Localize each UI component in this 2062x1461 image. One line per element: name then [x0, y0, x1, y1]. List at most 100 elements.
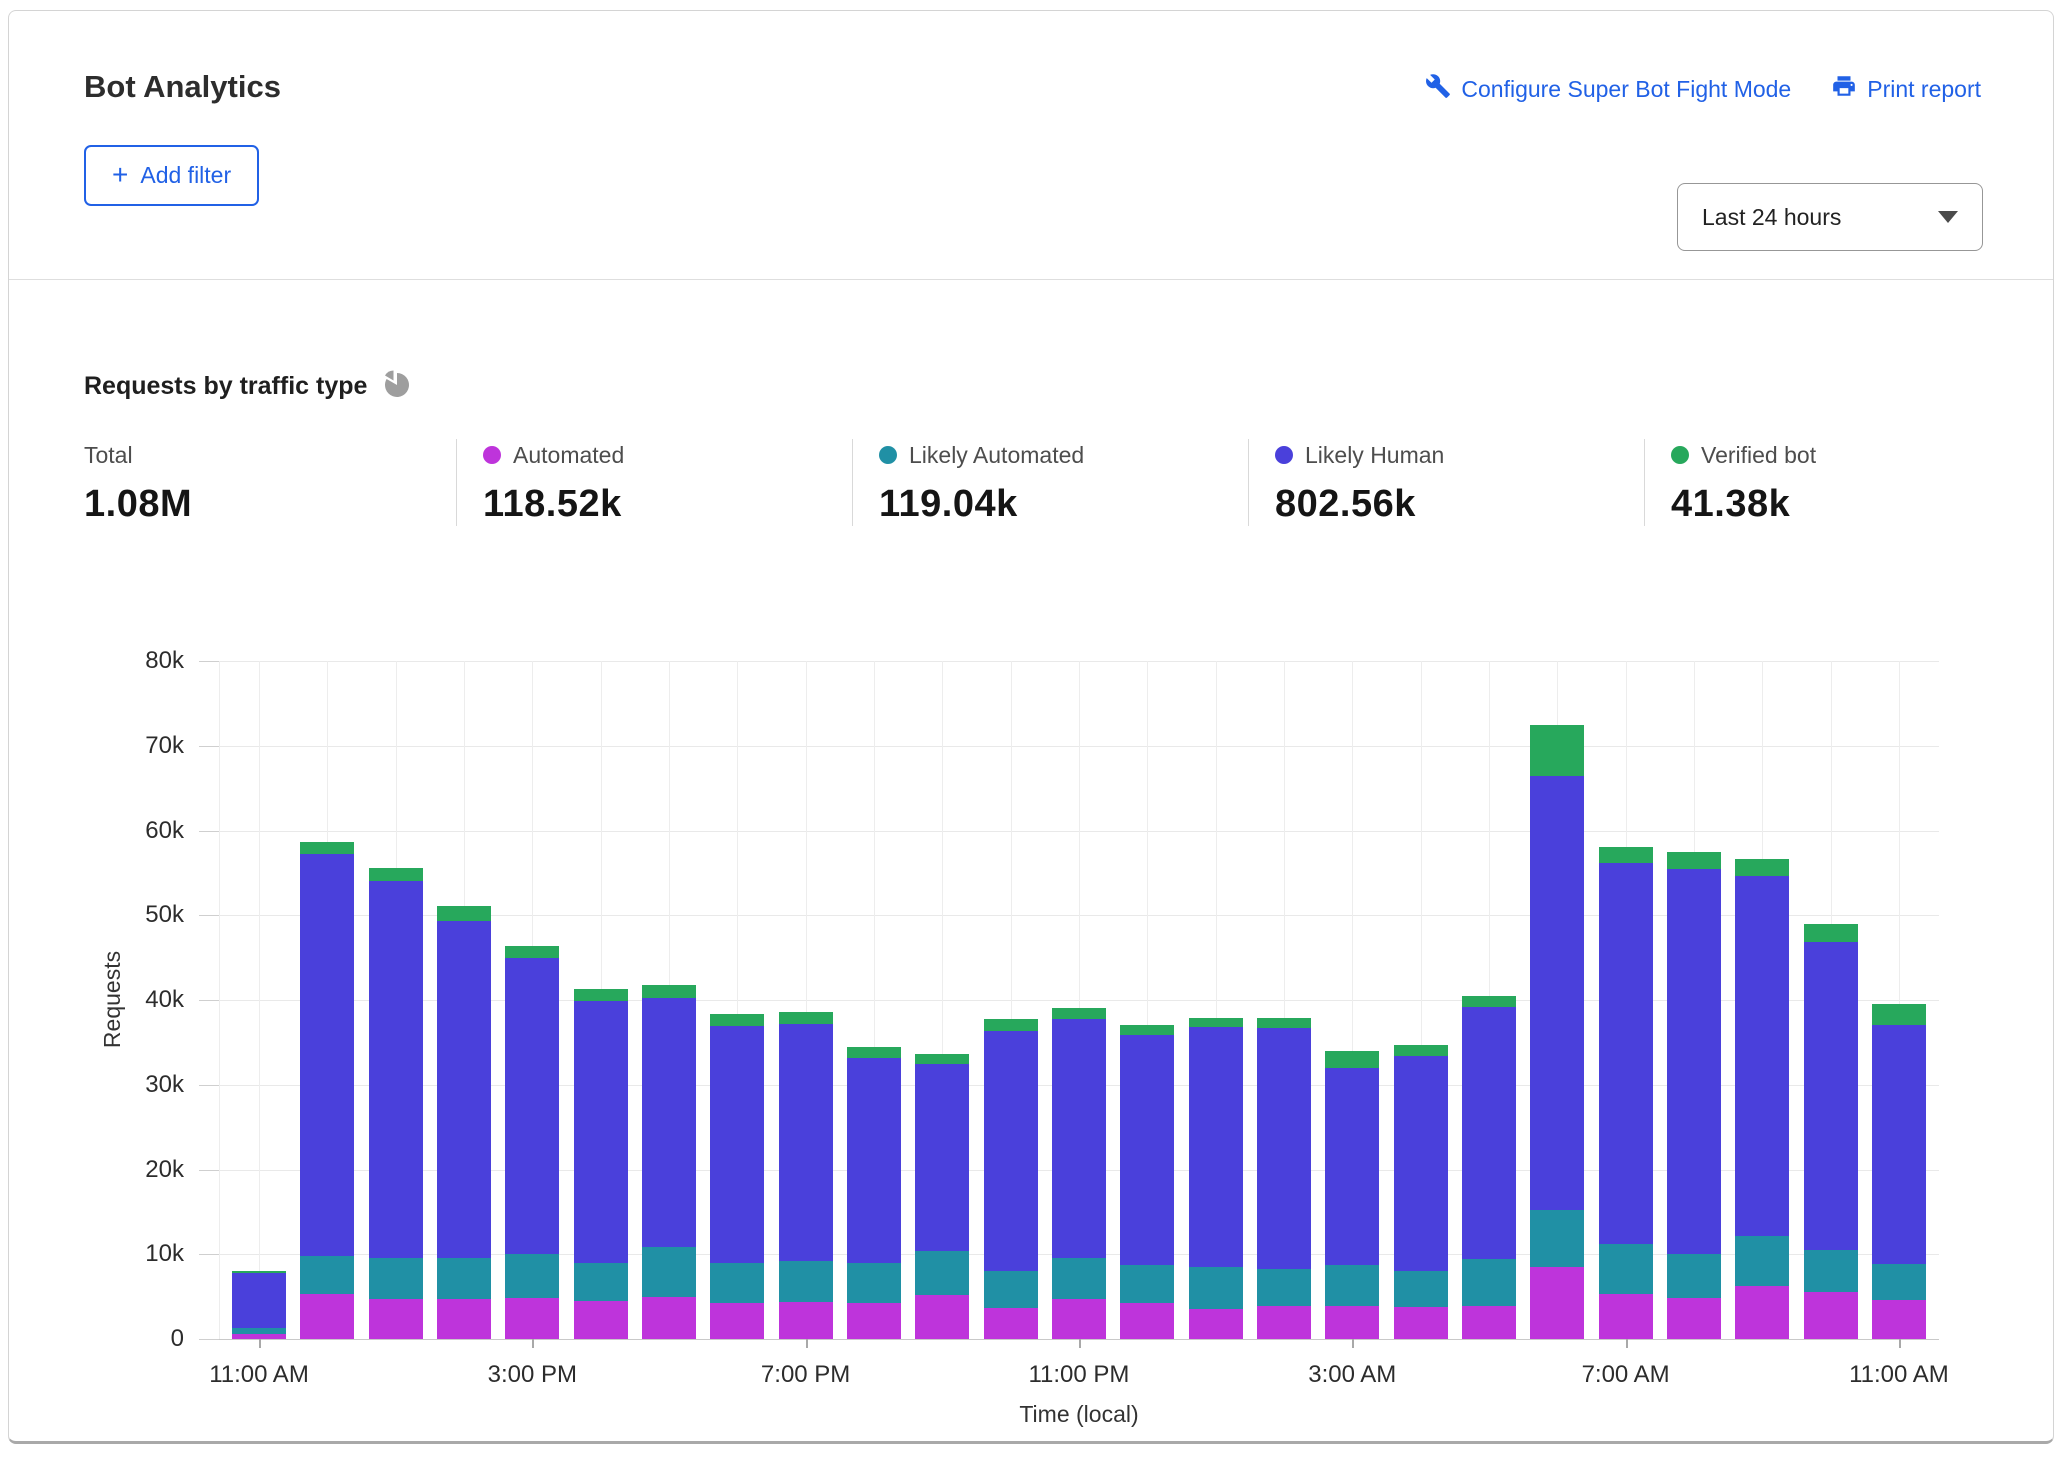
x-axis-tick-label: 11:00 PM: [969, 1361, 1189, 1389]
bar-600am[interactable]: [1530, 725, 1584, 1339]
bar-800pm[interactable]: [847, 1047, 901, 1339]
bar-segment-verified-bot: [1325, 1051, 1379, 1068]
y-axis-tick-label: 0: [64, 1325, 184, 1353]
bar-segment-likely-automated: [574, 1263, 628, 1301]
bar-segment-verified-bot: [915, 1054, 969, 1063]
bar-segment-likely-automated: [1667, 1254, 1721, 1298]
bar-segment-likely-automated: [642, 1247, 696, 1297]
bar-segment-verified-bot: [1530, 725, 1584, 776]
bar-segment-verified-bot: [505, 946, 559, 959]
bar-segment-likely-human: [232, 1273, 286, 1328]
bar-1000pm[interactable]: [984, 1019, 1038, 1339]
y-axis-tick: [199, 1254, 219, 1255]
bar-segment-verified-bot: [574, 989, 628, 1001]
bar-segment-automated: [1462, 1306, 1516, 1339]
bar-segment-verified-bot: [300, 842, 354, 854]
bar-segment-automated: [1735, 1286, 1789, 1339]
bar-segment-likely-automated: [1599, 1244, 1653, 1294]
bar-segment-likely-automated: [1735, 1236, 1789, 1286]
x-axis-tick-label: 11:00 AM: [1789, 1361, 2009, 1389]
bar-segment-likely-human: [1257, 1028, 1311, 1269]
bar-segment-likely-automated: [369, 1258, 423, 1300]
bar-200am[interactable]: [1257, 1018, 1311, 1339]
bar-700pm[interactable]: [779, 1012, 833, 1339]
bar-segment-likely-automated: [1804, 1250, 1858, 1292]
bar-700am[interactable]: [1599, 847, 1653, 1339]
bar-segment-likely-human: [1394, 1056, 1448, 1271]
bar-600pm[interactable]: [710, 1014, 764, 1339]
bar-1200am[interactable]: [1120, 1025, 1174, 1339]
bar-segment-automated: [779, 1302, 833, 1339]
bar-segment-verified-bot: [1120, 1025, 1174, 1035]
bar-segment-likely-human: [1462, 1007, 1516, 1260]
bar-segment-automated: [1189, 1309, 1243, 1339]
bar-segment-likely-automated: [1120, 1265, 1174, 1303]
y-axis-tick-label: 50k: [64, 901, 184, 929]
y-axis-tick-label: 70k: [64, 732, 184, 760]
bar-900pm[interactable]: [915, 1054, 969, 1339]
x-axis-tick: [1626, 1339, 1628, 1348]
bar-800am[interactable]: [1667, 852, 1721, 1339]
y-axis-tick-label: 80k: [64, 647, 184, 675]
gridline: [219, 661, 220, 1339]
bar-200pm[interactable]: [437, 906, 491, 1339]
bar-segment-automated: [915, 1295, 969, 1339]
bar-segment-verified-bot: [1394, 1045, 1448, 1056]
bot-analytics-panel: Bot Analytics Configure Super Bot Fight …: [8, 10, 2054, 1444]
bar-segment-automated: [1667, 1298, 1721, 1339]
bar-1100pm[interactable]: [1052, 1008, 1106, 1339]
bar-segment-likely-human: [1052, 1019, 1106, 1259]
bar-segment-likely-automated: [847, 1263, 901, 1303]
bar-400pm[interactable]: [574, 989, 628, 1339]
bar-segment-verified-bot: [847, 1047, 901, 1057]
gridline: [259, 661, 260, 1339]
bar-segment-likely-human: [984, 1031, 1038, 1272]
bar-segment-likely-automated: [1872, 1264, 1926, 1300]
bar-segment-likely-automated: [437, 1258, 491, 1299]
y-axis-tick: [199, 915, 219, 916]
bar-segment-likely-human: [710, 1026, 764, 1262]
bar-segment-likely-automated: [779, 1261, 833, 1302]
bar-1100am[interactable]: [1872, 1004, 1926, 1339]
y-axis-tick-label: 10k: [64, 1240, 184, 1268]
bar-segment-likely-human: [1667, 869, 1721, 1255]
x-axis-title: Time (local): [929, 1401, 1229, 1428]
bar-segment-likely-human: [1872, 1025, 1926, 1264]
y-axis-tick: [199, 1339, 219, 1340]
bar-segment-verified-bot: [1735, 859, 1789, 876]
bar-segment-likely-human: [642, 998, 696, 1247]
y-axis-tick: [199, 746, 219, 747]
x-axis-tick: [1899, 1339, 1901, 1348]
bar-100pm[interactable]: [369, 868, 423, 1339]
bar-500am[interactable]: [1462, 996, 1516, 1339]
bar-segment-automated: [369, 1299, 423, 1339]
bar-400am[interactable]: [1394, 1045, 1448, 1339]
bar-900am[interactable]: [1735, 859, 1789, 1339]
bar-segment-automated: [1325, 1306, 1379, 1339]
y-axis-tick-label: 20k: [64, 1156, 184, 1184]
bar-1200pm[interactable]: [300, 842, 354, 1339]
bar-segment-verified-bot: [437, 906, 491, 921]
bar-segment-likely-automated: [1394, 1271, 1448, 1307]
bar-segment-automated: [1530, 1267, 1584, 1339]
bar-1000am[interactable]: [1804, 924, 1858, 1339]
bar-segment-likely-human: [574, 1001, 628, 1263]
bar-segment-verified-bot: [984, 1019, 1038, 1030]
bar-segment-verified-bot: [1052, 1008, 1106, 1018]
bar-300am[interactable]: [1325, 1051, 1379, 1339]
bar-1100am[interactable]: [232, 1271, 286, 1339]
bar-segment-likely-automated: [1325, 1265, 1379, 1306]
bar-segment-likely-human: [300, 854, 354, 1256]
x-axis-tick-label: 7:00 AM: [1516, 1361, 1736, 1389]
bar-300pm[interactable]: [505, 946, 559, 1339]
bar-segment-likely-human: [1189, 1027, 1243, 1267]
bar-segment-automated: [1804, 1292, 1858, 1339]
bar-segment-likely-human: [1325, 1068, 1379, 1265]
bar-segment-automated: [1394, 1307, 1448, 1339]
x-axis-tick: [806, 1339, 808, 1348]
bar-100am[interactable]: [1189, 1018, 1243, 1339]
bar-500pm[interactable]: [642, 985, 696, 1339]
bar-segment-automated: [437, 1299, 491, 1339]
x-axis-tick: [532, 1339, 534, 1348]
bar-segment-likely-automated: [1462, 1259, 1516, 1306]
